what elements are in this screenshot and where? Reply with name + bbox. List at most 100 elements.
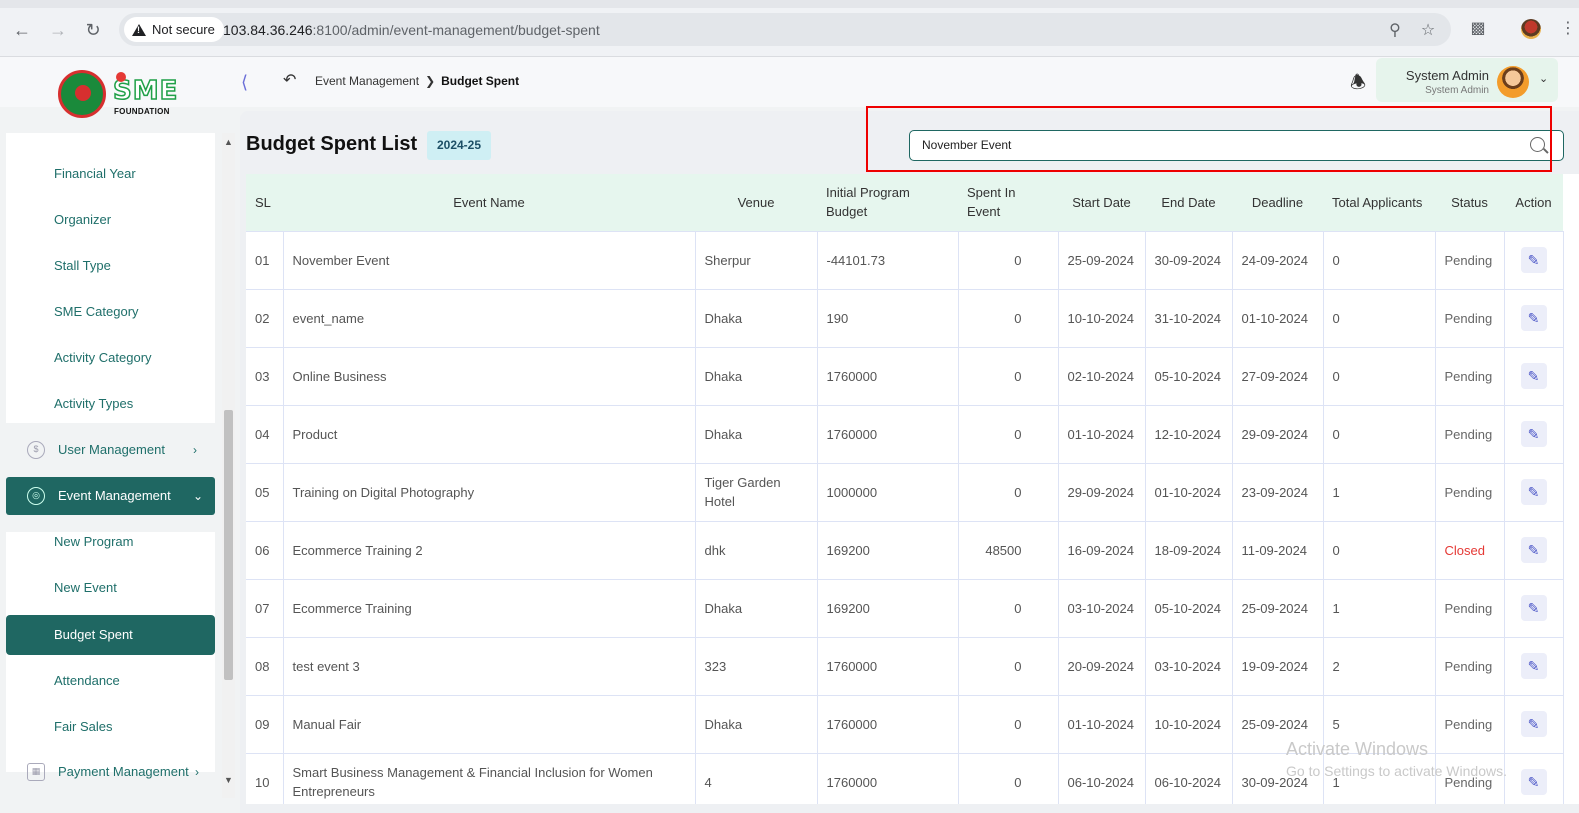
cell-spent: 0 [957,230,1059,290]
extensions-icon[interactable]: ▩ [1467,18,1489,40]
edit-icon[interactable]: ✎ [1520,769,1547,795]
cell-start-date: 06-10-2024 [1057,752,1146,804]
site-info-chip[interactable]: Not secure [124,17,224,42]
cell-venue: Sherpur [694,230,818,290]
cell-deadline: 24-09-2024 [1231,230,1324,290]
notification-bell-icon[interactable]: 🕭 [1350,70,1366,100]
sidebar-item-attendance[interactable]: Attendance [54,673,120,688]
edit-icon[interactable]: ✎ [1520,421,1547,447]
scroll-down-arrow-icon[interactable]: ▼ [224,775,233,785]
bookmark-star-icon[interactable]: ☆ [1418,20,1438,40]
chevron-down-icon[interactable]: ⌄ [1539,72,1548,85]
cell-sl: 04 [246,404,284,464]
collapse-sidebar-chevron-icon[interactable]: ⟨ [241,72,248,93]
cell-start-date: 25-09-2024 [1057,230,1146,290]
scroll-up-arrow-icon[interactable]: ▲ [224,137,233,147]
cell-event-name: Product [282,404,696,464]
edit-icon[interactable]: ✎ [1520,479,1547,505]
cell-spent: 0 [957,462,1059,522]
cell-status: Pending [1434,636,1505,696]
column-header-action: Action [1504,174,1563,231]
forward-arrow-icon[interactable]: → [46,18,70,42]
cell-total-applicants: 0 [1322,230,1436,290]
scrollbar-thumb[interactable] [224,410,233,680]
sidebar-item-activity-category[interactable]: Activity Category [54,350,152,365]
cell-action: ✎ [1503,288,1564,348]
cell-spent: 0 [957,346,1059,406]
cell-action: ✎ [1503,578,1564,638]
column-header-start-date: Start Date [1058,174,1145,231]
cell-deadline: 27-09-2024 [1231,346,1324,406]
cell-event-name: Ecommerce Training [282,578,696,638]
cell-action: ✎ [1503,404,1564,464]
cell-venue: Tiger Garden Hotel [694,462,818,522]
url-text[interactable]: 103.84.36.246:8100/admin/event-managemen… [223,22,600,38]
address-bar[interactable]: Not secure 103.84.36.246:8100/admin/even… [119,13,1451,46]
cell-status: Pending [1434,288,1505,348]
sidebar-item-organizer[interactable]: Organizer [54,212,111,227]
cell-start-date: 16-09-2024 [1057,520,1146,580]
sidebar-group-label: Payment Management [58,764,189,779]
cell-initial-budget: 1000000 [816,462,959,522]
table-row: 01 November Event Sherpur -44101.73 0 25-09-2… [246,230,1564,290]
edit-icon[interactable]: ✎ [1520,595,1547,621]
column-header-venue: Venue [695,174,817,231]
user-menu[interactable]: System Admin System Admin ⌄ [1376,58,1558,102]
cell-spent: 0 [957,288,1059,348]
url-path: :8100/admin/event-management/budget-spen… [312,22,600,38]
edit-icon[interactable]: ✎ [1520,537,1547,563]
cell-action: ✎ [1503,752,1564,804]
chevron-down-icon: ⌄ [193,489,204,503]
cell-start-date: 20-09-2024 [1057,636,1146,696]
cell-initial-budget: 1760000 [816,636,959,696]
sidebar-item-financial-year[interactable]: Financial Year [54,166,136,181]
sidebar-item-stall-type[interactable]: Stall Type [54,258,111,273]
cell-deadline: 23-09-2024 [1231,462,1324,522]
cell-event-name: Manual Fair [282,694,696,754]
cell-end-date: 30-09-2024 [1144,230,1233,290]
sidebar-item-new-event[interactable]: New Event [54,580,117,595]
sidebar-group-user-management[interactable]: $ User Management › [6,431,215,469]
cell-end-date: 06-10-2024 [1144,752,1233,804]
breadcrumb-event-management[interactable]: Event Management [315,74,419,88]
avatar [1497,66,1529,98]
column-header-total-applicants: Total Applicants [1323,174,1435,231]
cell-end-date: 10-10-2024 [1144,694,1233,754]
cell-venue: 323 [694,636,818,696]
edit-icon[interactable]: ✎ [1520,247,1547,273]
app-header [0,57,1579,107]
reload-icon[interactable]: ↻ [81,18,105,42]
cell-total-applicants: 0 [1322,346,1436,406]
cell-deadline: 11-09-2024 [1231,520,1324,580]
edit-icon[interactable]: ✎ [1520,305,1547,331]
cell-venue: Dhaka [694,288,818,348]
browser-menu-icon[interactable]: ⋮ [1560,18,1576,38]
table-row: 03 Online Business Dhaka 1760000 0 02-10-2024… [246,346,1564,406]
browser-profile-avatar[interactable] [1521,19,1541,39]
column-header-event-name: Event Name [283,174,695,231]
go-back-icon[interactable]: ↶ [283,70,296,90]
sidebar-group-payment-management[interactable]: ▦ Payment Management › [6,753,215,791]
cell-end-date: 18-09-2024 [1144,520,1233,580]
sidebar-item-activity-types[interactable]: Activity Types [54,396,133,411]
edit-icon[interactable]: ✎ [1520,711,1547,737]
edit-icon[interactable]: ✎ [1520,363,1547,389]
sidebar-group-event-management[interactable]: ◎ Event Management ⌄ [6,477,215,515]
sidebar-item-sme-category[interactable]: SME Category [54,304,139,319]
sme-foundation-logo[interactable]: SME FOUNDATION [58,70,180,118]
back-arrow-icon[interactable]: ← [10,18,34,42]
sidebar-item-fair-sales[interactable]: Fair Sales [54,719,113,734]
cell-status: Pending [1434,462,1505,522]
event-icon: ◎ [27,487,45,505]
cell-venue: Dhaka [694,404,818,464]
cell-initial-budget: 169200 [816,578,959,638]
sidebar-item-new-program[interactable]: New Program [54,534,133,549]
zoom-icon[interactable]: ⚲ [1385,20,1405,40]
cell-total-applicants: 2 [1322,636,1436,696]
sidebar-item-budget-spent[interactable]: Budget Spent [6,615,215,655]
table-header-row: SL Event Name Venue Initial Program Budg… [246,174,1563,231]
sidebar-scrollbar[interactable]: ▲ ▼ [222,133,235,798]
dollar-icon: $ [27,441,45,459]
government-emblem-icon [58,70,106,118]
edit-icon[interactable]: ✎ [1520,653,1547,679]
